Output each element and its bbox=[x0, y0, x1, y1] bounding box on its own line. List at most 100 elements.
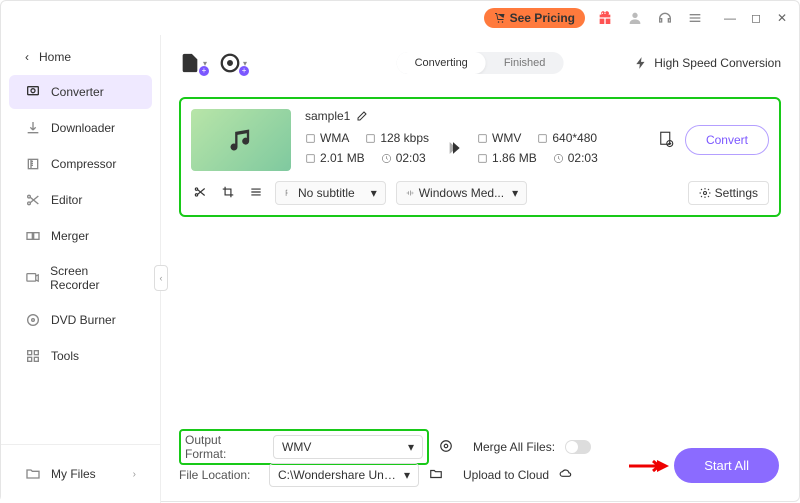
sidebar-item-tools[interactable]: Tools bbox=[9, 339, 152, 373]
avatar-icon[interactable] bbox=[625, 8, 645, 28]
chevron-down-icon: ▾ bbox=[408, 440, 414, 454]
file-name: sample1 bbox=[305, 109, 350, 123]
edit-icon[interactable] bbox=[356, 110, 368, 122]
file-location-value: C:\Wondershare UniConverter 1 bbox=[278, 468, 398, 482]
format-icon bbox=[477, 133, 488, 144]
sidebar-item-editor[interactable]: Editor bbox=[9, 183, 152, 217]
chevron-right-icon: › bbox=[133, 469, 136, 480]
sidebar-item-merger[interactable]: Merger bbox=[9, 219, 152, 253]
sidebar-item-label: Tools bbox=[51, 349, 79, 363]
convert-button[interactable]: Convert bbox=[685, 125, 769, 155]
file-config-icon[interactable] bbox=[657, 130, 675, 151]
sidebar-item-label: My Files bbox=[51, 467, 96, 481]
sidebar-item-label: DVD Burner bbox=[51, 313, 116, 327]
arrow-icon bbox=[443, 138, 463, 158]
cloud-icon[interactable] bbox=[559, 467, 573, 484]
output-format-group: Output Format: WMV ▾ bbox=[179, 429, 429, 465]
upload-label: Upload to Cloud bbox=[463, 468, 549, 482]
trim-icon[interactable] bbox=[191, 183, 209, 204]
audio-dropdown[interactable]: Windows Med... ▾ bbox=[396, 181, 527, 205]
sidebar-item-converter[interactable]: Converter bbox=[9, 75, 152, 109]
converter-icon bbox=[25, 84, 41, 100]
effect-icon[interactable] bbox=[247, 183, 265, 204]
sidebar-home[interactable]: ‹ Home bbox=[9, 41, 152, 73]
download-icon bbox=[25, 120, 41, 136]
sidebar-item-label: Screen Recorder bbox=[50, 264, 136, 292]
src-duration: 02:03 bbox=[396, 151, 426, 165]
sidebar-item-label: Downloader bbox=[51, 121, 115, 135]
src-format: WMA bbox=[320, 131, 349, 145]
dst-duration: 02:03 bbox=[568, 151, 598, 165]
sidebar-item-dvd-burner[interactable]: DVD Burner bbox=[9, 303, 152, 337]
sidebar-item-screen-recorder[interactable]: Screen Recorder bbox=[9, 255, 152, 301]
content: +▾ +▾ Converting Finished High Speed Con… bbox=[161, 35, 799, 503]
high-speed-label: High Speed Conversion bbox=[654, 56, 781, 70]
menu-icon[interactable] bbox=[685, 8, 705, 28]
audio-icon bbox=[405, 188, 415, 198]
sidebar-item-downloader[interactable]: Downloader bbox=[9, 111, 152, 145]
start-all-button[interactable]: Start All bbox=[674, 448, 779, 483]
dst-size: 1.86 MB bbox=[492, 151, 537, 165]
subtitle-dropdown[interactable]: No subtitle ▾ bbox=[275, 181, 386, 205]
dst-format: WMV bbox=[492, 131, 521, 145]
disc-plus-icon bbox=[219, 52, 241, 74]
merger-icon bbox=[25, 228, 41, 244]
file-name-row: sample1 bbox=[305, 109, 643, 123]
maximize-button[interactable]: ◻ bbox=[749, 11, 763, 25]
chevron-left-icon: ‹ bbox=[25, 50, 29, 64]
src-bitrate: 128 kbps bbox=[380, 131, 429, 145]
see-pricing-label: See Pricing bbox=[510, 11, 575, 25]
size-icon bbox=[477, 153, 488, 164]
chevron-down-icon: ▾ bbox=[371, 186, 377, 200]
minimize-button[interactable]: — bbox=[723, 11, 737, 25]
tab-segment: Converting Finished bbox=[397, 52, 564, 74]
bolt-icon bbox=[634, 56, 648, 70]
dst-resolution: 640*480 bbox=[552, 131, 597, 145]
subtitle-value: No subtitle bbox=[298, 186, 355, 200]
crop-icon[interactable] bbox=[219, 183, 237, 204]
merge-toggle[interactable] bbox=[565, 440, 591, 454]
file-location-dropdown[interactable]: C:\Wondershare UniConverter 1 ▾ bbox=[269, 463, 419, 487]
dvd-icon bbox=[25, 312, 41, 328]
settings-button[interactable]: Settings bbox=[688, 181, 769, 205]
gear-icon bbox=[699, 187, 711, 199]
bitrate-icon bbox=[365, 133, 376, 144]
sidebar: ‹ Home Converter Downloader Compressor E… bbox=[1, 35, 161, 503]
format-icon bbox=[305, 133, 316, 144]
src-size: 2.01 MB bbox=[320, 151, 365, 165]
open-folder-icon[interactable] bbox=[429, 467, 443, 484]
high-speed-toggle[interactable]: High Speed Conversion bbox=[634, 56, 781, 70]
cart-icon bbox=[494, 12, 506, 24]
sidebar-my-files[interactable]: My Files › bbox=[9, 457, 152, 491]
sidebar-item-label: Compressor bbox=[51, 157, 116, 171]
file-card: sample1 WMA 128 kbps 2.01 MB 02:03 bbox=[179, 97, 781, 217]
resolution-icon bbox=[537, 133, 548, 144]
tab-converting[interactable]: Converting bbox=[397, 52, 486, 74]
subtitle-icon bbox=[284, 188, 294, 198]
close-button[interactable]: ✕ bbox=[775, 11, 789, 25]
chevron-down-icon: ▾ bbox=[404, 468, 410, 482]
headset-icon[interactable] bbox=[655, 8, 675, 28]
chevron-down-icon: ▾ bbox=[512, 186, 518, 200]
toolbar: +▾ +▾ Converting Finished High Speed Con… bbox=[179, 45, 781, 81]
sidebar-home-label: Home bbox=[39, 50, 71, 64]
gift-icon[interactable] bbox=[595, 8, 615, 28]
clock-icon bbox=[553, 153, 564, 164]
add-file-button[interactable]: +▾ bbox=[179, 52, 207, 74]
titlebar: See Pricing — ◻ ✕ bbox=[1, 1, 799, 35]
see-pricing-button[interactable]: See Pricing bbox=[484, 8, 585, 28]
sidebar-item-label: Editor bbox=[51, 193, 82, 207]
scissors-icon bbox=[25, 192, 41, 208]
music-note-icon bbox=[227, 126, 255, 154]
merge-label: Merge All Files: bbox=[473, 440, 555, 454]
compressor-icon bbox=[25, 156, 41, 172]
output-format-value: WMV bbox=[282, 440, 311, 454]
tab-finished[interactable]: Finished bbox=[486, 52, 564, 74]
output-format-dropdown[interactable]: WMV ▾ bbox=[273, 435, 423, 459]
audio-value: Windows Med... bbox=[419, 186, 504, 200]
format-settings-icon[interactable] bbox=[439, 439, 453, 456]
add-dvd-button[interactable]: +▾ bbox=[219, 52, 247, 74]
tools-icon bbox=[25, 348, 41, 364]
file-thumbnail[interactable] bbox=[191, 109, 291, 171]
sidebar-item-compressor[interactable]: Compressor bbox=[9, 147, 152, 181]
